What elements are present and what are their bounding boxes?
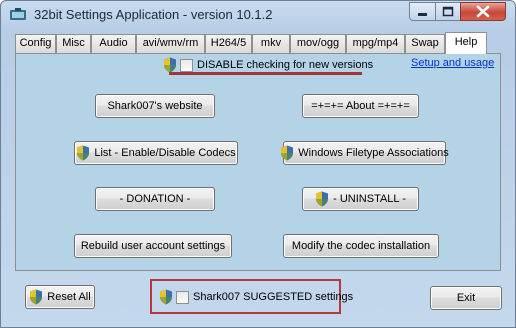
tab-h264[interactable]: H264/5 <box>205 34 252 53</box>
tab-mpg-mp4[interactable]: mpg/mp4 <box>346 34 405 53</box>
uninstall-button[interactable]: - UNINSTALL - <box>302 187 419 211</box>
suggested-settings-label: Shark007 SUGGESTED settings <box>193 291 354 303</box>
donation-button[interactable]: - DONATION - <box>95 187 215 211</box>
tab-mov-ogg[interactable]: mov/ogg <box>290 34 346 53</box>
window-title: 32bit Settings Application - version 10.… <box>34 7 273 22</box>
filetype-button-label: Windows Filetype Associations <box>298 147 449 159</box>
minimize-icon <box>418 13 427 16</box>
disable-update-checkbox[interactable] <box>180 58 193 72</box>
uac-shield-icon <box>315 191 329 207</box>
highlight-underline <box>169 72 362 75</box>
uac-shield-icon <box>159 289 173 305</box>
tab-avi-wmv-rm[interactable]: avi/wmv/rm <box>136 34 205 53</box>
tab-mkv[interactable]: mkv <box>252 34 290 53</box>
modify-button-label: Modify the codec installation <box>291 240 431 252</box>
tab-audio[interactable]: Audio <box>91 34 136 53</box>
exit-button[interactable]: Exit <box>430 286 502 310</box>
filetype-associations-button[interactable]: Windows Filetype Associations <box>280 141 449 165</box>
minimize-button[interactable] <box>409 2 436 21</box>
suggested-settings-checkbox[interactable] <box>176 290 189 304</box>
website-button-label: Shark007's website <box>107 100 203 112</box>
modify-installation-button[interactable]: Modify the codec installation <box>283 234 439 258</box>
settings-window: 32bit Settings Application - version 10.… <box>0 0 516 328</box>
setup-usage-link[interactable]: Setup and usage <box>411 57 494 69</box>
tab-swap[interactable]: Swap <box>405 34 445 53</box>
suggested-settings-option[interactable]: Shark007 SUGGESTED settings <box>159 289 353 305</box>
uninstall-button-label: - UNINSTALL - <box>333 193 406 205</box>
uac-shield-icon <box>280 145 294 161</box>
website-button[interactable]: Shark007's website <box>95 94 215 118</box>
app-icon <box>10 8 26 22</box>
reset-all-label: Reset All <box>47 291 91 303</box>
rebuild-button-label: Rebuild user account settings <box>80 240 226 252</box>
donation-button-label: - DONATION - <box>119 193 191 205</box>
exit-button-label: Exit <box>456 292 476 304</box>
close-button[interactable] <box>460 2 506 21</box>
reset-all-button[interactable]: Reset All <box>25 285 95 309</box>
maximize-icon <box>442 6 454 17</box>
uac-shield-icon <box>29 289 43 305</box>
maximize-button[interactable] <box>435 2 461 21</box>
uac-shield-icon <box>76 145 90 161</box>
tab-config[interactable]: Config <box>15 34 56 53</box>
uac-shield-icon <box>163 57 177 73</box>
about-button[interactable]: =+=+= About =+=+= <box>302 94 419 118</box>
close-icon <box>476 5 490 18</box>
codec-list-button[interactable]: List - Enable/Disable Codecs <box>74 141 238 165</box>
tab-misc[interactable]: Misc <box>56 34 91 53</box>
title-bar[interactable]: 32bit Settings Application - version 10.… <box>1 1 515 29</box>
about-button-label: =+=+= About =+=+= <box>311 100 410 112</box>
codec-list-button-label: List - Enable/Disable Codecs <box>94 147 236 159</box>
disable-update-check[interactable]: DISABLE checking for new versions <box>163 57 373 73</box>
rebuild-settings-button[interactable]: Rebuild user account settings <box>74 234 232 258</box>
tab-help[interactable]: Help <box>445 32 487 54</box>
disable-update-label: DISABLE checking for new versions <box>197 59 374 71</box>
tab-strip: Config Misc Audio avi/wmv/rm H264/5 mkv … <box>15 32 495 54</box>
